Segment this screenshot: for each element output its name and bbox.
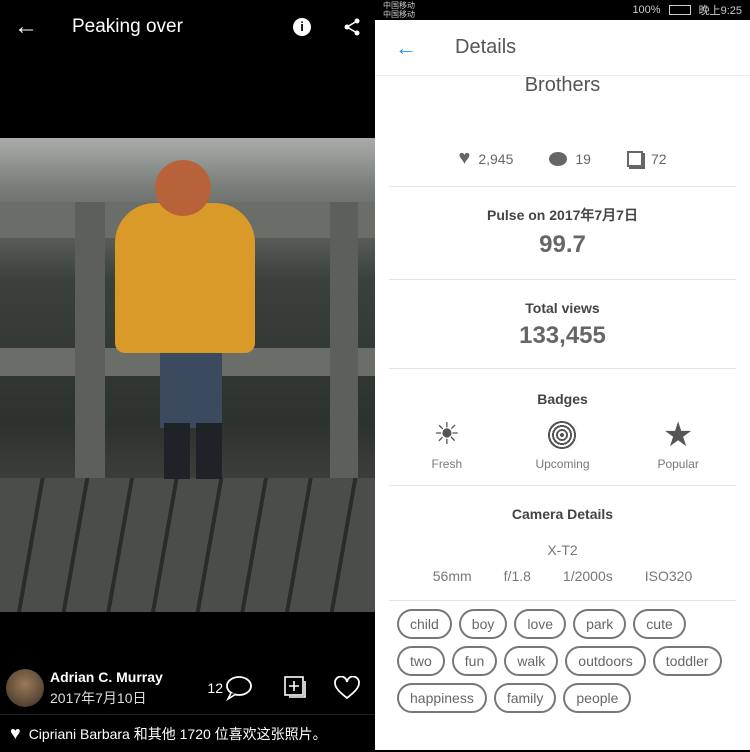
battery-icon xyxy=(668,5,691,15)
tag-chip[interactable]: cute xyxy=(633,609,686,639)
rings-icon xyxy=(546,419,579,451)
tag-chip[interactable]: two xyxy=(397,646,445,676)
comments-stat: 19 xyxy=(549,147,591,170)
tag-chip[interactable]: family xyxy=(493,683,557,713)
status-bar: 中国移动 中国移动 100% 晚上9:25 xyxy=(375,0,750,20)
iso: ISO320 xyxy=(644,568,693,584)
post xyxy=(75,202,105,478)
badge-label: Upcoming xyxy=(535,457,590,471)
focal-length: 56mm xyxy=(432,568,472,584)
photo[interactable] xyxy=(0,138,375,612)
carrier: 中国移动 xyxy=(383,10,415,19)
battery-level: 100% xyxy=(632,4,661,16)
pulse-label: Pulse on 2017年7月7日 xyxy=(487,207,638,223)
details-panel: 中国移动 中国移动 100% 晚上9:25 ← Details Brothers … xyxy=(375,0,750,750)
likes-text: Cipriani Barbara 和其他 1720 位喜欢这张照片。 xyxy=(28,725,327,742)
author-row: Adrian C. Murray 2017年7月10日 12 xyxy=(0,664,375,712)
badge-upcoming[interactable]: Upcoming xyxy=(512,419,612,471)
tag-chip[interactable]: fun xyxy=(451,646,498,676)
comments-count: 19 xyxy=(575,150,591,167)
stats-row: ♥ 2,945 19 72 xyxy=(389,97,736,186)
badge-fresh[interactable]: ☀ Fresh xyxy=(397,418,497,472)
carrier: 中国移动 xyxy=(383,1,415,10)
heart-outline-icon[interactable] xyxy=(333,676,361,700)
photo-title: Peaking over xyxy=(72,16,183,37)
views-label: Total views xyxy=(525,300,600,316)
likes-summary[interactable]: ♥ Cipriani Barbara 和其他 1720 位喜欢这张照片。 xyxy=(0,714,375,752)
info-icon[interactable]: i xyxy=(293,18,311,36)
photo-toolbar: ← Peaking over i xyxy=(0,0,375,54)
badge-popular[interactable]: ★ Popular xyxy=(628,416,728,471)
star-icon: ★ xyxy=(662,416,694,454)
back-button[interactable]: ← xyxy=(14,13,38,41)
tag-chip[interactable]: people xyxy=(563,683,632,713)
heart-icon: ♥ xyxy=(10,723,21,743)
photo-name: Brothers xyxy=(524,74,601,96)
pulse-section: Pulse on 2017年7月7日 99.7 xyxy=(389,187,736,280)
tag-chip[interactable]: outdoors xyxy=(565,646,646,676)
photo-viewer: ← Peaking over i Adrian C. Murray 2017年7… xyxy=(0,0,375,750)
comment-icon xyxy=(549,151,568,166)
tag-chip[interactable]: park xyxy=(573,609,627,639)
shutter-speed: 1/2000s xyxy=(562,568,613,584)
details-title: Details xyxy=(455,36,517,58)
likes-count: 2,945 xyxy=(478,150,514,167)
pulse-value: 99.7 xyxy=(539,231,586,258)
tag-chip[interactable]: toddler xyxy=(652,646,722,676)
camera-model: X-T2 xyxy=(547,542,578,558)
clock: 晚上9:25 xyxy=(698,5,742,17)
galleries-count: 72 xyxy=(650,150,667,167)
views-value: 133,455 xyxy=(519,322,606,349)
views-section: Total views 133,455 xyxy=(389,280,736,369)
boot xyxy=(196,423,222,479)
tag-chip[interactable]: boy xyxy=(458,609,508,639)
aperture: f/1.8 xyxy=(503,568,531,584)
badge-label: Fresh xyxy=(431,457,463,471)
boot xyxy=(164,423,190,479)
deck xyxy=(0,478,375,612)
badges-section: Badges ☀ Fresh Upcoming ★ Popular xyxy=(389,369,736,486)
sun-icon: ☀ xyxy=(433,418,461,451)
camera-label: Camera Details xyxy=(511,506,614,522)
avatar[interactable] xyxy=(6,669,44,707)
tag-chip[interactable]: walk xyxy=(504,646,559,676)
tag-chip[interactable]: happiness xyxy=(397,683,487,713)
tag-chip[interactable]: love xyxy=(514,609,567,639)
likes-stat: ♥ 2,945 xyxy=(458,147,513,170)
comment-count: 12 xyxy=(207,680,223,696)
head xyxy=(155,160,211,216)
kid xyxy=(160,348,222,428)
heart-icon: ♥ xyxy=(458,147,471,169)
badges-label: Badges xyxy=(537,391,588,407)
coat xyxy=(115,203,255,353)
add-to-gallery-icon[interactable] xyxy=(283,675,309,701)
badge-label: Popular xyxy=(657,457,699,471)
tag-list: child boy love park cute two fun walk outdoors to… xyxy=(375,601,750,721)
back-button[interactable]: ← xyxy=(395,35,417,61)
author-name[interactable]: Adrian C. Murray xyxy=(50,669,163,685)
gallery-icon xyxy=(626,150,643,167)
comment-icon[interactable] xyxy=(223,675,253,701)
details-header: ← Details xyxy=(375,20,750,76)
galleries-stat: 72 xyxy=(626,147,667,170)
tag-chip[interactable]: child xyxy=(397,609,452,639)
post xyxy=(330,202,358,478)
camera-section: Camera Details X-T2 56mm f/1.8 1/2000s I… xyxy=(389,486,736,601)
share-icon[interactable] xyxy=(343,18,361,36)
post-date: 2017年7月10日 xyxy=(50,689,147,706)
